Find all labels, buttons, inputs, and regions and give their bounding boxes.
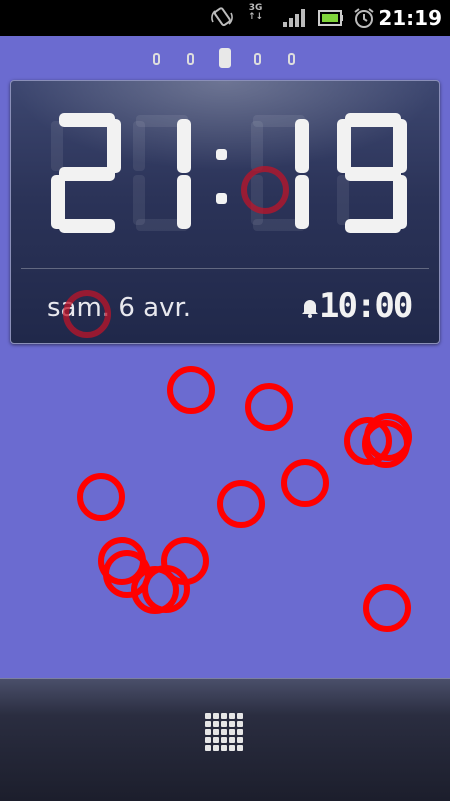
touch-marker — [245, 383, 293, 431]
touch-marker — [281, 459, 329, 507]
apps-grid-icon[interactable] — [205, 713, 245, 753]
touch-marker — [217, 480, 265, 528]
touch-marker — [363, 584, 411, 632]
touch-marker — [63, 290, 111, 338]
touch-marker — [77, 473, 125, 521]
touch-marker — [167, 366, 215, 414]
dock-bar — [0, 678, 450, 801]
touch-marker — [241, 166, 289, 214]
